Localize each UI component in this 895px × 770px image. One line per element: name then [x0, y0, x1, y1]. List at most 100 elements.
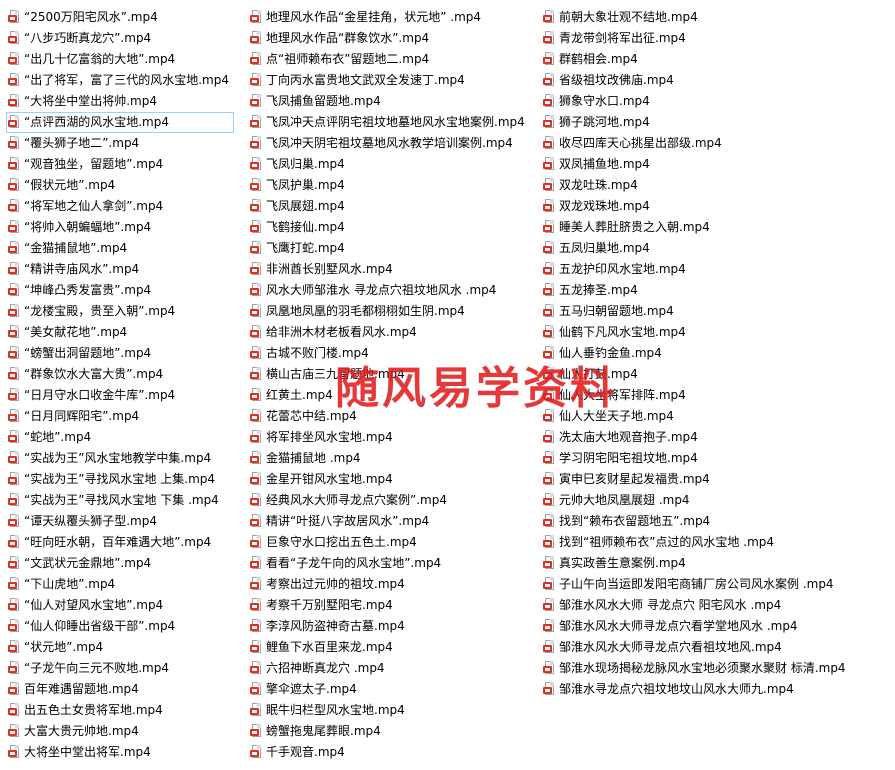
file-item[interactable]: 丁向丙水富贵地文武双全发速丁.mp4: [248, 70, 538, 91]
file-item[interactable]: “日月守水口收金牛库”.mp4: [6, 385, 234, 406]
file-item[interactable]: 飞凤冲天点评阴宅祖坟地墓地风水宝地案例.mp4: [248, 112, 538, 133]
file-item[interactable]: 收尽四库天心挑星出部级.mp4: [541, 133, 891, 154]
file-item[interactable]: “点评西湖的风水宝地.mp4: [6, 112, 234, 133]
file-item[interactable]: 元帅大地凤凰展翅 .mp4: [541, 490, 891, 511]
file-item[interactable]: 找到“赖布衣留题地五”.mp4: [541, 511, 891, 532]
file-item[interactable]: “螃蟹出洞留题地”.mp4: [6, 343, 234, 364]
file-item[interactable]: 青龙带剑将军出征.mp4: [541, 28, 891, 49]
file-item[interactable]: “出了将军，富了三代的风水宝地.mp4: [6, 70, 234, 91]
file-item[interactable]: 省级祖坟改佛庙.mp4: [541, 70, 891, 91]
file-item[interactable]: 飞鹤接仙.mp4: [248, 217, 538, 238]
file-item[interactable]: 出五色土女贵将军地.mp4: [6, 700, 234, 721]
file-item[interactable]: 百年难遇留题地.mp4: [6, 679, 234, 700]
file-item[interactable]: “八步巧断真龙穴”.mp4: [6, 28, 234, 49]
file-item[interactable]: 学习阴宅阳宅祖坟地.mp4: [541, 448, 891, 469]
file-item[interactable]: 看看“子龙午向的风水宝地”.mp4: [248, 553, 538, 574]
file-item[interactable]: 仙人大坐将军排阵.mp4: [541, 385, 891, 406]
file-item[interactable]: 前朝大象壮观不结地.mp4: [541, 7, 891, 28]
file-item[interactable]: “将帅入朝蝙蝠地”.mp4: [6, 217, 234, 238]
file-item[interactable]: 冼太庙大地观音抱子.mp4: [541, 427, 891, 448]
file-item[interactable]: 双龙戏珠地.mp4: [541, 196, 891, 217]
file-item[interactable]: 地理风水作品“金星挂角，状元地” .mp4: [248, 7, 538, 28]
file-item[interactable]: 点“祖师赖布衣”留题地二.mp4: [248, 49, 538, 70]
file-item[interactable]: “覆头狮子地二”.mp4: [6, 133, 234, 154]
file-item[interactable]: 考察出过元帅的祖坟.mp4: [248, 574, 538, 595]
file-item[interactable]: “出几十亿富翁的大地”.mp4: [6, 49, 234, 70]
file-item[interactable]: “精讲寺庙风水”.mp4: [6, 259, 234, 280]
file-item[interactable]: 地理风水作品“群象饮水”.mp4: [248, 28, 538, 49]
file-item[interactable]: 古城不败门楼.mp4: [248, 343, 538, 364]
file-item[interactable]: “状元地”.mp4: [6, 637, 234, 658]
file-item[interactable]: 考察千万别墅阳宅.mp4: [248, 595, 538, 616]
file-item[interactable]: “旺向旺水朝，百年难遇大地”.mp4: [6, 532, 234, 553]
file-item[interactable]: 鲤鱼下水百里来龙.mp4: [248, 637, 538, 658]
file-item[interactable]: “金猫捕鼠地”.mp4: [6, 238, 234, 259]
file-item[interactable]: 巨象守水口挖出五色土.mp4: [248, 532, 538, 553]
file-item[interactable]: 精讲“叶挺八字故居风水”.mp4: [248, 511, 538, 532]
file-item[interactable]: “实战为王”风水宝地教学中集.mp4: [6, 448, 234, 469]
file-item[interactable]: 狮子跳河地.mp4: [541, 112, 891, 133]
file-item[interactable]: 找到“祖师赖布衣”点过的风水宝地 .mp4: [541, 532, 891, 553]
file-item[interactable]: 仙人垂钓金鱼.mp4: [541, 343, 891, 364]
file-item[interactable]: “龙楼宝殿，贵至入朝”.mp4: [6, 301, 234, 322]
file-item[interactable]: “日月同辉阳宅”.mp4: [6, 406, 234, 427]
file-item[interactable]: 六招神断真龙穴 .mp4: [248, 658, 538, 679]
file-item[interactable]: 李淳风防盗神奇古墓.mp4: [248, 616, 538, 637]
file-item[interactable]: “子龙午向三元不败地.mp4: [6, 658, 234, 679]
file-item[interactable]: 横山古庙三九留题地.mp4: [248, 364, 538, 385]
file-item[interactable]: 千手观音.mp4: [248, 742, 538, 763]
file-item[interactable]: 邹淮水现场揭秘龙脉风水宝地必须聚水聚财 标清.mp4: [541, 658, 891, 679]
file-item[interactable]: 大将坐中堂出将军.mp4: [6, 742, 234, 763]
file-item[interactable]: “谭天纵覆头狮子型.mp4: [6, 511, 234, 532]
file-item[interactable]: “美女献花地”.mp4: [6, 322, 234, 343]
file-item[interactable]: 狮象守水口.mp4: [541, 91, 891, 112]
file-item[interactable]: 飞凤冲天阴宅祖坟墓地风水教学培训案例.mp4: [248, 133, 538, 154]
file-item[interactable]: “大将坐中堂出将帅.mp4: [6, 91, 234, 112]
file-item[interactable]: 五龙护印风水宝地.mp4: [541, 259, 891, 280]
file-item[interactable]: 寅申巳亥财星起发福贵.mp4: [541, 469, 891, 490]
file-item[interactable]: 邹淮水寻龙点穴祖坟地坟山风水大师九.mp4: [541, 679, 891, 700]
file-item[interactable]: “实战为王”寻找风水宝地 下集 .mp4: [6, 490, 234, 511]
file-item[interactable]: 仙人打鼓.mp4: [541, 364, 891, 385]
file-item[interactable]: 群鹤相会.mp4: [541, 49, 891, 70]
file-item[interactable]: “2500万阳宅风水”.mp4: [6, 7, 234, 28]
file-item[interactable]: “实战为王”寻找风水宝地 上集.mp4: [6, 469, 234, 490]
file-item[interactable]: 邹淮水风水大师寻龙点穴看祖坟地风.mp4: [541, 637, 891, 658]
file-item[interactable]: 五马归朝留题地.mp4: [541, 301, 891, 322]
file-item[interactable]: 睡美人葬肚脐贵之入朝.mp4: [541, 217, 891, 238]
file-item[interactable]: “坤峰凸秀发富贵”.mp4: [6, 280, 234, 301]
file-item[interactable]: 飞凤护巢.mp4: [248, 175, 538, 196]
file-item[interactable]: “仙人对望风水宝地”.mp4: [6, 595, 234, 616]
file-item[interactable]: 仙人大坐天子地.mp4: [541, 406, 891, 427]
file-item[interactable]: 仙鹤下凡风水宝地.mp4: [541, 322, 891, 343]
file-item[interactable]: 将军排坐风水宝地.mp4: [248, 427, 538, 448]
file-item[interactable]: 风水大师邹淮水 寻龙点穴祖坟地风水 .mp4: [248, 280, 538, 301]
file-item[interactable]: 非洲酋长别墅风水.mp4: [248, 259, 538, 280]
file-item[interactable]: 红黄土.mp4: [248, 385, 538, 406]
file-item[interactable]: 飞凤归巢.mp4: [248, 154, 538, 175]
file-item[interactable]: 花蕾芯中结.mp4: [248, 406, 538, 427]
file-item[interactable]: 飞凤捕鱼留题地.mp4: [248, 91, 538, 112]
file-item[interactable]: “将军地之仙人拿剑”.mp4: [6, 196, 234, 217]
file-item[interactable]: 金猫捕鼠地 .mp4: [248, 448, 538, 469]
file-item[interactable]: 螃蟹拖鬼尾葬眼.mp4: [248, 721, 538, 742]
file-item[interactable]: “观音独坐，留题地”.mp4: [6, 154, 234, 175]
file-item[interactable]: “蛇地”.mp4: [6, 427, 234, 448]
file-item[interactable]: “仙人仰睡出省级干部”.mp4: [6, 616, 234, 637]
file-item[interactable]: 金星开钳风水宝地.mp4: [248, 469, 538, 490]
file-item[interactable]: 经典风水大师寻龙点穴案例”.mp4: [248, 490, 538, 511]
file-item[interactable]: 飞鹰打蛇.mp4: [248, 238, 538, 259]
file-item[interactable]: “下山虎地”.mp4: [6, 574, 234, 595]
file-item[interactable]: 凤凰地凤凰的羽毛都栩栩如生阴.mp4: [248, 301, 538, 322]
file-item[interactable]: 邹淮水风水大师 寻龙点穴 阳宅风水 .mp4: [541, 595, 891, 616]
file-item[interactable]: “群象饮水大富大贵”.mp4: [6, 364, 234, 385]
file-item[interactable]: 飞凤展翅.mp4: [248, 196, 538, 217]
file-item[interactable]: 五凤归巢地.mp4: [541, 238, 891, 259]
file-item[interactable]: 邹淮水风水大师寻龙点穴看学堂地风水 .mp4: [541, 616, 891, 637]
file-item[interactable]: 五龙捧圣.mp4: [541, 280, 891, 301]
file-item[interactable]: 真实政善生意案例.mp4: [541, 553, 891, 574]
file-item[interactable]: 双龙吐珠.mp4: [541, 175, 891, 196]
file-item[interactable]: 大富大贵元帅地.mp4: [6, 721, 234, 742]
file-item[interactable]: “文武状元金鼎地”.mp4: [6, 553, 234, 574]
file-item[interactable]: 双凤捕鱼地.mp4: [541, 154, 891, 175]
